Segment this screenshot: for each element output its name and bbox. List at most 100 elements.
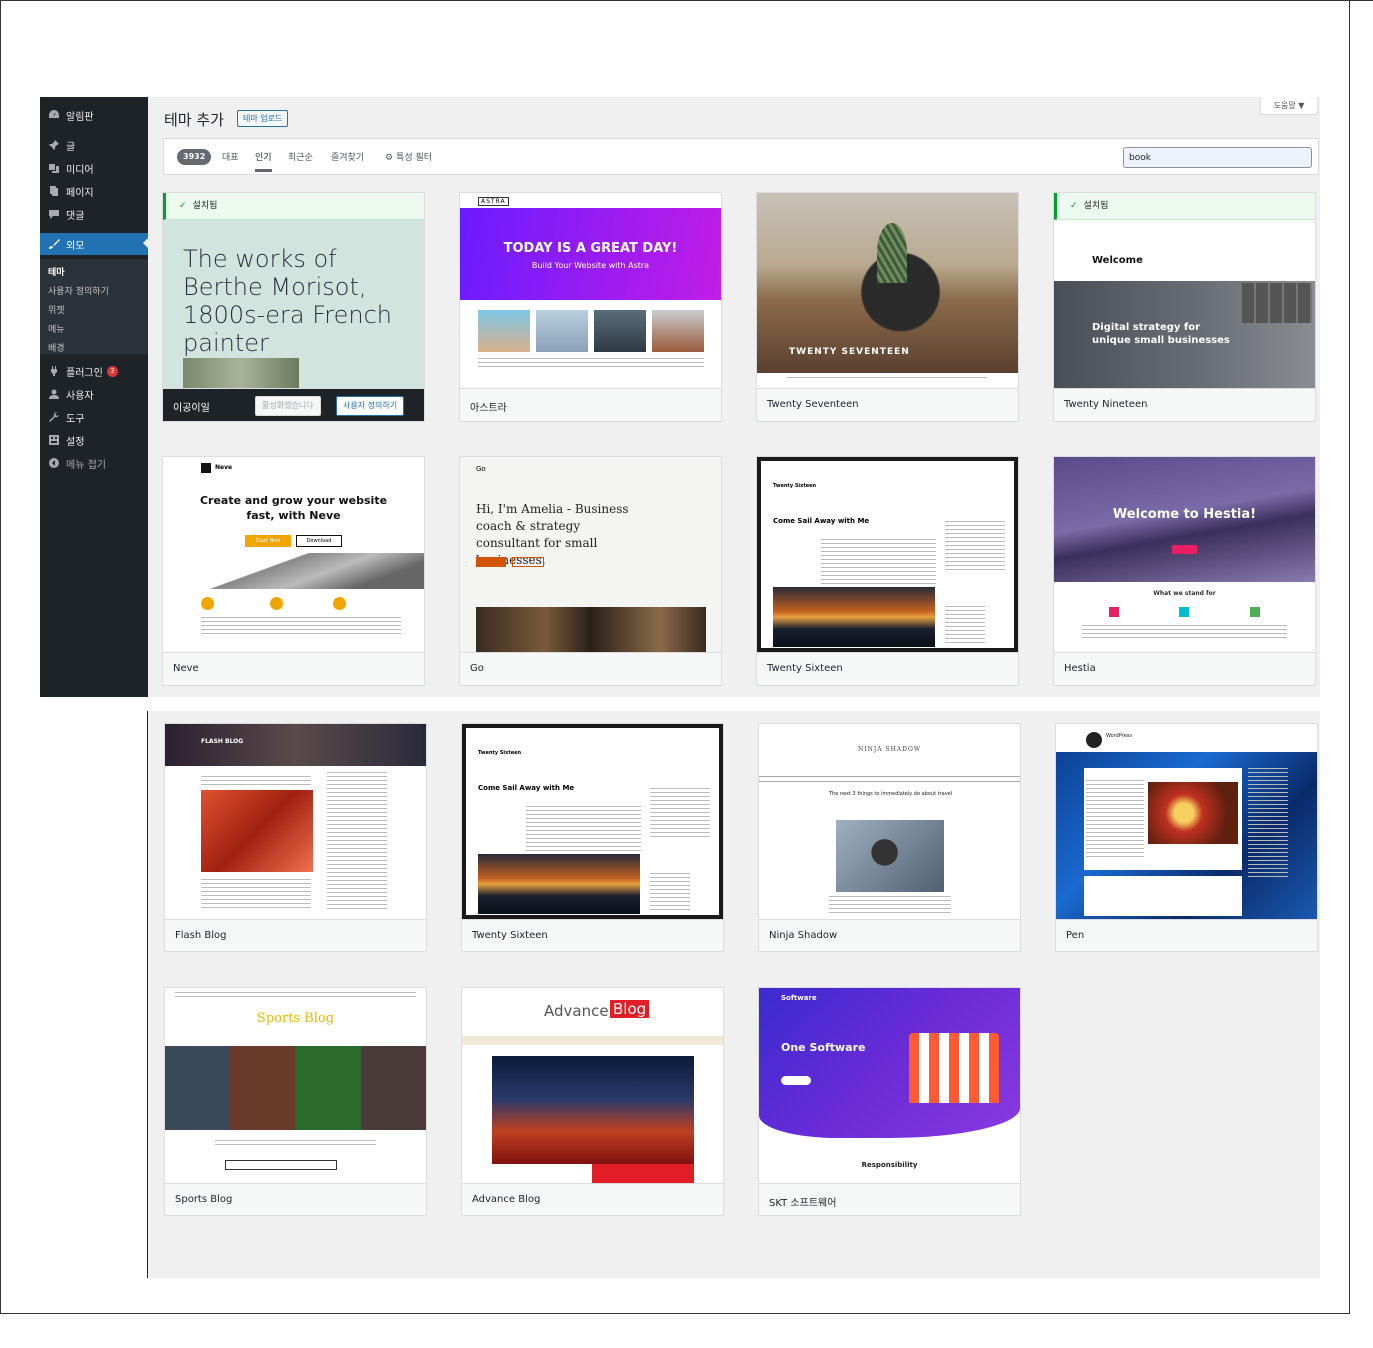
update-badge: 3 (106, 365, 118, 377)
theme-card-footer: Twenty Sixteen (757, 652, 1018, 685)
preview-logo: Neve (215, 464, 233, 471)
theme-card-pen[interactable]: WordPress Pen (1055, 723, 1318, 952)
sidebar-item-pages[interactable]: 페이지 (40, 181, 148, 201)
sidebar-item-comments[interactable]: 댓글 (40, 204, 148, 224)
sidebar-label: 미디어 (66, 164, 94, 176)
preview-button (476, 557, 506, 567)
submenu-themes[interactable]: 테마 (48, 265, 65, 278)
preview-logo-badge: Blog (610, 1000, 650, 1018)
theme-card-hestia[interactable]: Welcome to Hestia! What we stand for Hes… (1053, 456, 1316, 686)
preview-image (652, 310, 704, 352)
theme-name: Ninja Shadow (769, 930, 838, 941)
theme-card-astra[interactable]: ASTRA TODAY IS A GREAT DAY! Build Your W… (459, 192, 722, 422)
preview-text (1082, 625, 1287, 639)
sidebar-item-dashboard[interactable]: 알림판 (40, 105, 148, 125)
theme-card-twenty-twenty-one[interactable]: ✓ 설치됨 The works of Berthe Morisot, 1800s-… (162, 192, 425, 422)
preview-subheading: Build Your Website with Astra (531, 261, 650, 270)
dashboard-icon (47, 109, 60, 122)
preview-image (536, 310, 588, 352)
preview-feature-icon (1109, 607, 1119, 617)
tab-featured[interactable]: 대표 (222, 150, 239, 163)
theme-name: Hestia (1064, 663, 1096, 674)
sidebar-item-users[interactable]: 사용자 (40, 384, 148, 404)
submenu-menus[interactable]: 메뉴 (48, 322, 65, 335)
theme-name: Twenty Sixteen (767, 663, 843, 674)
preview-sidebar (1248, 768, 1288, 878)
theme-name: Advance Blog (472, 1194, 541, 1205)
theme-card-footer: Hestia (1054, 652, 1315, 685)
submenu-background[interactable]: 배경 (48, 341, 65, 354)
preview-sidebar (327, 772, 387, 912)
screenshot-frame: 알림판 글 미디어 페이지 댓글 외모 테마 사용자 정의하기 위젯 메뉴 배경… (0, 0, 1373, 1348)
activated-button: 활성화했습니다 (255, 396, 321, 416)
sidebar-label: 메뉴 접기 (66, 459, 106, 471)
submenu-customize[interactable]: 사용자 정의하기 (48, 284, 109, 297)
theme-screenshot: TWENTY SEVENTEEN (757, 193, 1018, 388)
theme-card-advance-blog[interactable]: Advance Blog Advance Blog (461, 987, 724, 1216)
tab-favorites[interactable]: 즐겨찾기 (331, 150, 364, 163)
upload-theme-button[interactable]: 테마 업로드 (237, 110, 289, 127)
tab-latest[interactable]: 최근순 (288, 150, 313, 163)
theme-card-ninja-shadow[interactable]: NINJA SHADOW The next 3 things to immedi… (758, 723, 1021, 952)
theme-card-twenty-seventeen[interactable]: TWENTY SEVENTEEN Twenty Seventeen (756, 192, 1019, 422)
sidebar-item-settings[interactable]: 설정 (40, 430, 148, 450)
tab-popular[interactable]: 인기 (255, 150, 272, 172)
theme-filter-bar: 3932 대표 인기 최근순 즐겨찾기 ⚙ 특성 필터 (163, 138, 1319, 175)
customize-button[interactable]: 사용자 정의하기 (336, 396, 405, 416)
preview-text (526, 806, 641, 851)
submenu-widgets[interactable]: 위젯 (48, 303, 65, 316)
gear-icon: ⚙ (385, 153, 394, 163)
theme-screenshot: The works of Berthe Morisot, 1800s-era F… (163, 193, 424, 388)
frame-border (0, 0, 1373, 1)
sidebar-item-plugins[interactable]: 플러그인 3 (40, 361, 148, 381)
page-icon (47, 185, 60, 198)
theme-card-flash-blog[interactable]: FLASH BLOG Flash Blog (164, 723, 427, 952)
sidebar-item-appearance[interactable]: 외모 (40, 233, 148, 255)
theme-card-neve[interactable]: Neve Create and grow your website fast, … (162, 456, 425, 686)
preview-categories (650, 873, 690, 913)
theme-card-footer: Pen (1056, 919, 1317, 951)
preview-comments (1084, 876, 1242, 916)
preview-categories (945, 606, 985, 646)
theme-card-twenty-sixteen[interactable]: Twenty Sixteen Come Sail Away with Me Tw… (756, 456, 1019, 686)
theme-card-skt-software[interactable]: Software One Software Responsibility SKT… (758, 987, 1021, 1216)
sidebar-collapse[interactable]: 메뉴 접기 (40, 453, 148, 473)
help-tab[interactable]: 도움말 ▼ (1260, 97, 1318, 115)
theme-card-twenty-sixteen-2[interactable]: Twenty Sixteen Come Sail Away with Me Tw… (461, 723, 724, 952)
sidebar-item-tools[interactable]: 도구 (40, 407, 148, 427)
pin-icon (47, 139, 60, 152)
preview-sidebar (945, 521, 1005, 571)
theme-search-input[interactable] (1123, 147, 1312, 168)
preview-image (478, 854, 640, 914)
preview-heading: TODAY IS A GREAT DAY! (503, 241, 678, 256)
preview-text (821, 539, 936, 584)
theme-screenshot: ASTRA TODAY IS A GREAT DAY! Build Your W… (460, 193, 721, 388)
preview-button (1172, 545, 1197, 554)
preview-subheading: Responsibility (861, 1161, 918, 1169)
theme-screenshot: NINJA SHADOW The next 3 things to immedi… (759, 724, 1020, 919)
installed-label: 설치됨 (1083, 201, 1109, 211)
theme-count: 3932 (177, 149, 212, 165)
theme-screenshot: Go Hi, I'm Amelia - Business coach & str… (460, 457, 721, 652)
sidebar-item-posts[interactable]: 글 (40, 135, 148, 155)
preview-text (201, 617, 401, 637)
frame-border (0, 1313, 1350, 1314)
preview-image (594, 310, 646, 352)
theme-card-twenty-nineteen[interactable]: ✓ 설치됨 Welcome Digital strategy for unique… (1053, 192, 1316, 422)
preview-image (836, 820, 944, 892)
preview-text (201, 879, 311, 909)
sidebar-label: 알림판 (66, 111, 94, 123)
theme-card-footer: Ninja Shadow (759, 919, 1020, 951)
preview-logo: Software (781, 994, 817, 1002)
theme-card-footer: 이공이일 활성화했습니다 사용자 정의하기 (163, 388, 424, 421)
theme-card-sports-blog[interactable]: Sports Blog Sports Blog (164, 987, 427, 1216)
theme-screenshot: Software One Software Responsibility (759, 988, 1020, 1183)
theme-card-footer: 아스트라 (460, 388, 721, 421)
preview-button (512, 557, 544, 567)
feature-filter-button[interactable]: ⚙ 특성 필터 (385, 150, 432, 163)
theme-card-go[interactable]: Go Hi, I'm Amelia - Business coach & str… (459, 456, 722, 686)
preview-heading: TWENTY SEVENTEEN (789, 347, 910, 357)
sidebar-label: 글 (66, 141, 76, 153)
theme-name: Twenty Seventeen (767, 399, 859, 410)
sidebar-item-media[interactable]: 미디어 (40, 158, 148, 178)
